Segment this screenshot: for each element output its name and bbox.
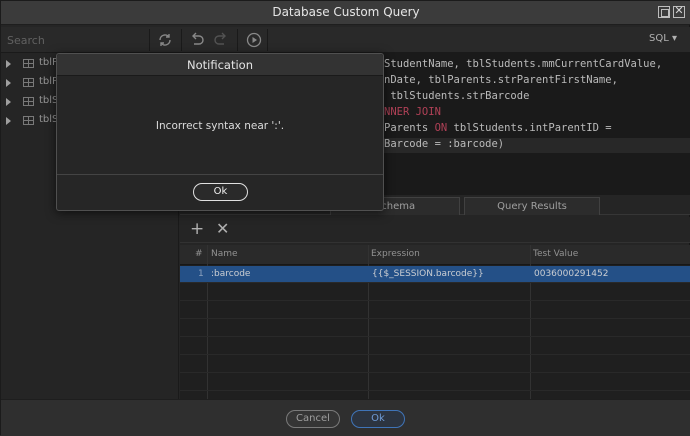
divider bbox=[57, 174, 383, 175]
notification-dialog: Notification Incorrect syntax near ':'. … bbox=[56, 53, 384, 211]
window-title: Database Custom Query bbox=[272, 5, 420, 19]
notification-ok-button[interactable]: Ok bbox=[193, 183, 248, 201]
notification-title: Notification bbox=[57, 54, 383, 76]
close-icon: ✕ bbox=[674, 4, 684, 17]
notification-message: Incorrect syntax near ':'. bbox=[155, 120, 285, 132]
maximize-button[interactable] bbox=[658, 6, 670, 18]
dialog-footer: Cancel Ok bbox=[1, 399, 690, 436]
ok-button[interactable]: Ok bbox=[351, 410, 405, 428]
close-button[interactable]: ✕ bbox=[673, 4, 685, 18]
custom-query-window: Database Custom Query ✕ SQL ▾ bbox=[0, 0, 690, 436]
title-bar: Database Custom Query ✕ bbox=[1, 1, 690, 25]
cancel-button[interactable]: Cancel bbox=[286, 410, 340, 428]
